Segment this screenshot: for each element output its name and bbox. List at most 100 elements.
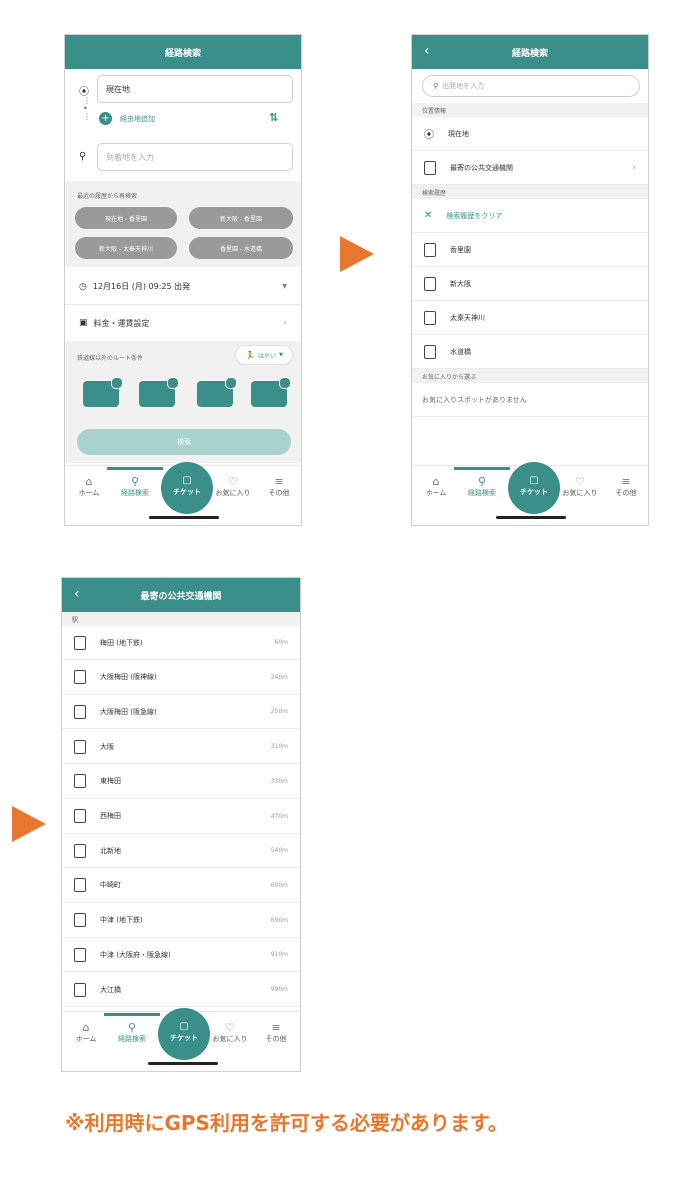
train-icon — [74, 982, 86, 997]
speed-label: はやい — [258, 352, 277, 360]
recent-chip[interactable]: 新大阪 - 太秦天神川 — [75, 237, 177, 259]
swap-icon[interactable]: ⇅ — [269, 111, 278, 124]
add-via-button[interactable]: + 経由地追加 — [99, 112, 155, 125]
recent-chip[interactable]: 現在地 - 香里園 — [75, 207, 177, 229]
tab-other[interactable]: ≡ その他 — [257, 476, 301, 498]
search-icon: ⚲ — [433, 82, 439, 90]
group-label-station: 駅 — [62, 612, 300, 626]
station-distance: 910m — [270, 951, 288, 959]
recent-label: 最近の履歴から再検索 — [77, 193, 138, 200]
search-button-label: 検索 — [177, 438, 191, 446]
station-row[interactable]: 東梅田 330m — [62, 765, 300, 799]
highway-bus-icon[interactable] — [251, 377, 291, 407]
nearest-transit-row[interactable]: 最寄の公共交通機関 › — [412, 151, 648, 185]
history-item[interactable]: 香里園 — [412, 233, 648, 267]
origin-search-input[interactable]: ⚲ 出発地を入力 — [422, 75, 640, 97]
tab-bar: ⌂ ホーム ⚲ 経路検索 ▢ チケット ♡ お気に入り ≡ その他 — [65, 462, 301, 525]
train-icon — [74, 878, 86, 893]
screen-origin-select: ‹ 経路検索 ⚲ 出発地を入力 位置情報 ⦿ 現在地 最寄の公共交通機関 › 検… — [411, 34, 649, 526]
search-button[interactable]: 検索 — [77, 429, 291, 455]
current-location-row[interactable]: ⦿ 現在地 — [412, 117, 648, 151]
station-name: 大江橋 — [100, 985, 121, 994]
header-title: 経路検索 — [511, 48, 548, 59]
tab-route-search[interactable]: ⚲ 経路検索 — [104, 1013, 160, 1044]
menu-icon: ≡ — [274, 475, 284, 488]
origin-field[interactable]: 現在地 — [97, 75, 293, 103]
tab-route-search[interactable]: ⚲ 経路検索 — [454, 467, 510, 498]
tab-ticket[interactable]: ▢ チケット — [158, 1008, 210, 1060]
datetime-row[interactable]: ◷ 12月16日 (月) 09:25 出発 ▼ — [65, 269, 301, 305]
station-name: 大阪梅田 (阪神線) — [100, 673, 157, 682]
current-location-label: 現在地 — [448, 129, 469, 138]
tab-bar: ⌂ ホーム ⚲ 経路検索 ▢ チケット ♡ お気に入り ≡ その他 — [62, 1008, 300, 1071]
destination-placeholder: 到着地を入力 — [106, 152, 154, 162]
clear-history-row[interactable]: ✕ 検索履歴をクリア — [412, 199, 648, 233]
station-row[interactable]: 大阪 310m — [62, 730, 300, 765]
tab-favorites[interactable]: ♡ お気に入り — [211, 476, 255, 498]
train-icon — [74, 843, 86, 858]
station-row[interactable]: 梅田 (地下鉄) 60m — [62, 626, 300, 660]
flow-arrow — [340, 236, 374, 272]
recent-chip[interactable]: 香里園 - 水道橋 — [189, 237, 293, 259]
tab-ticket[interactable]: ▢ チケット — [508, 462, 560, 514]
station-row[interactable]: 大江橋 990m — [62, 973, 300, 1007]
history-item[interactable]: 水道橋 — [412, 335, 648, 369]
bus-icon[interactable] — [197, 377, 237, 407]
tab-other[interactable]: ≡ その他 — [604, 476, 648, 498]
speed-select[interactable]: 🏃 はやい ▼ — [235, 345, 293, 365]
station-name: 北新地 — [100, 846, 121, 855]
train-icon — [424, 242, 436, 257]
tab-ticket[interactable]: ▢ チケット — [161, 462, 213, 514]
recent-chip[interactable]: 新大阪 - 香里園 — [189, 207, 293, 229]
station-distance: 310m — [270, 743, 288, 751]
menu-icon: ≡ — [621, 475, 631, 488]
station-row[interactable]: 中崎町 600m — [62, 869, 300, 903]
station-row[interactable]: 北新地 540m — [62, 834, 300, 869]
station-name: 中崎町 — [100, 881, 121, 890]
route-condition-section: 鉄道線以外のルート条件 🏃 はやい ▼ 検索 — [65, 341, 301, 463]
station-distance: 990m — [270, 986, 288, 993]
no-favorites-message: お気に入りスポットがありません — [412, 383, 648, 417]
tab-other[interactable]: ≡ その他 — [254, 1022, 298, 1044]
tab-home[interactable]: ⌂ ホーム — [67, 476, 111, 498]
caret-down-icon: ▼ — [282, 283, 287, 290]
limited-express-icon[interactable] — [139, 377, 179, 407]
tab-favorites[interactable]: ♡ お気に入り — [558, 476, 602, 498]
ticket-icon: ▢ — [529, 475, 539, 486]
tab-home[interactable]: ⌂ ホーム — [414, 476, 458, 498]
fare-setting-row[interactable]: ▣ 料金・運賃設定 › — [65, 305, 301, 341]
clock-icon: ◷ — [79, 281, 87, 292]
train-icon — [74, 635, 86, 650]
back-icon[interactable]: ‹ — [424, 43, 430, 59]
pin-icon: ⚲ — [79, 151, 87, 162]
station-distance: 250m — [270, 708, 288, 716]
station-row[interactable]: 大阪梅田 (阪急線) 250m — [62, 695, 300, 730]
station-row[interactable]: 中津 (地下鉄) 690m — [62, 904, 300, 938]
station-distance: 540m — [270, 847, 288, 855]
station-row[interactable]: 中津 (大阪府・阪急線) 910m — [62, 938, 300, 973]
screen-route-search: 経路検索 ⦿ 現在地 ⋮ • ⋮ + 経由地追加 ⇅ ⚲ 到着地を入力 最近の履歴か… — [64, 34, 302, 526]
plus-icon: + — [99, 112, 112, 125]
tab-home[interactable]: ⌂ ホーム — [64, 1022, 108, 1044]
home-icon: ⌂ — [432, 475, 440, 488]
chevron-right-icon: › — [632, 162, 636, 173]
caret-down-icon: ▼ — [279, 352, 283, 358]
route-icon: ⚲ — [127, 1021, 137, 1034]
station-distance: 690m — [270, 916, 288, 924]
history-item[interactable]: 太秦天神川 — [412, 301, 648, 335]
train-icon — [74, 739, 86, 754]
station-name: 中津 (大阪府・阪急線) — [100, 950, 171, 959]
shinkansen-icon[interactable] — [83, 377, 123, 407]
history-item[interactable]: 新大阪 — [412, 267, 648, 301]
flow-arrow — [12, 806, 46, 842]
route-icon: ⚲ — [477, 475, 487, 488]
runner-icon: 🏃 — [245, 350, 256, 360]
back-icon[interactable]: ‹ — [74, 586, 80, 602]
datetime-label: 12月16日 (月) 09:25 出発 — [92, 282, 191, 291]
destination-field[interactable]: 到着地を入力 — [97, 143, 293, 171]
route-icon: ⚲ — [130, 475, 140, 488]
tab-route-search[interactable]: ⚲ 経路検索 — [107, 467, 163, 498]
tab-favorites[interactable]: ♡ お気に入り — [208, 1022, 252, 1044]
station-row[interactable]: 大阪梅田 (阪神線) 240m — [62, 661, 300, 695]
station-row[interactable]: 西梅田 470m — [62, 800, 300, 834]
